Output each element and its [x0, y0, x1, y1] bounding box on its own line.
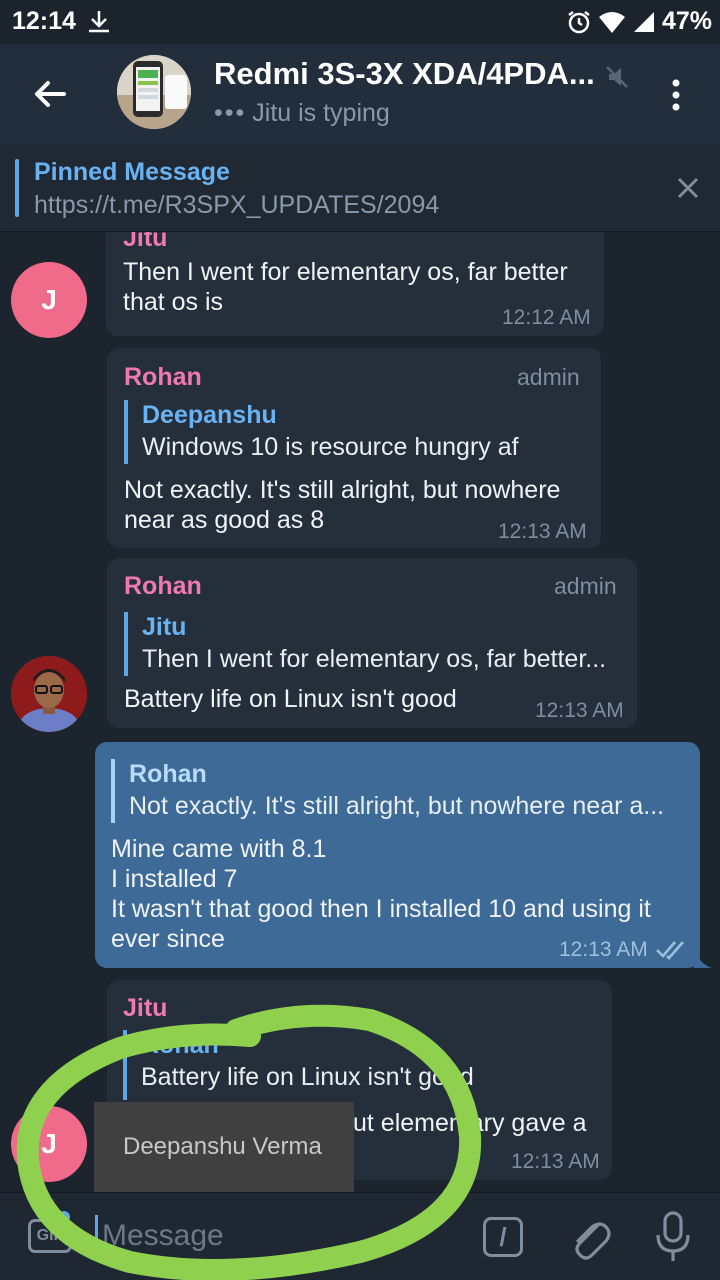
gif-badge-dot: [58, 1211, 70, 1223]
message-sender: Rohan: [124, 572, 202, 600]
download-icon: [89, 11, 109, 33]
bubble-tail: [694, 950, 712, 968]
telegram-chat-screen: 12:14 47% Redmi 3S-3X XDA/4PDA... ••• Ji…: [0, 0, 720, 1280]
pinned-accent-bar: [15, 159, 19, 217]
reply-text: Battery life on Linux isn't good: [141, 1063, 474, 1091]
bot-command-button[interactable]: /: [483, 1217, 523, 1257]
message-text-line: Battery life on Linux isn't good: [124, 685, 457, 713]
alarm-icon: [568, 10, 590, 33]
avatar-jitu[interactable]: J: [11, 262, 87, 338]
mention-suggestion[interactable]: Deepanshu Verma: [94, 1102, 354, 1192]
reply-text: Not exactly. It's still alright, but now…: [129, 792, 665, 820]
back-arrow-icon[interactable]: [30, 74, 70, 114]
message-time: 12:13 AM: [559, 938, 648, 961]
message-text-line: It wasn't that good then I installed 10 …: [111, 895, 651, 923]
message-time: 12:12 AM: [502, 306, 591, 329]
message-text-line: near as good as 8: [124, 506, 325, 534]
chat-title[interactable]: Redmi 3S-3X XDA/4PDA...: [214, 56, 595, 92]
microphone-icon[interactable]: [654, 1211, 692, 1263]
close-pinned-icon[interactable]: [676, 176, 700, 200]
reply-name: Rohan: [141, 1031, 219, 1059]
group-avatar-image: [117, 55, 191, 129]
avatar-rohan-image: [11, 656, 87, 732]
chat-header: Redmi 3S-3X XDA/4PDA... ••• Jitu is typin…: [0, 44, 720, 144]
mention-suggestion-name: Deepanshu Verma: [123, 1133, 322, 1160]
reply-name: Deepanshu: [142, 401, 277, 429]
pinned-title: Pinned Message: [34, 158, 230, 186]
message-bubble-jitu-1[interactable]: Jitu Then I went for elementary os, far …: [106, 232, 604, 336]
message-text-line: ever since: [111, 925, 225, 953]
message-input-bar: GIF /: [0, 1192, 720, 1280]
message-sender: Jitu: [123, 232, 168, 252]
reply-quote[interactable]: Rohan Not exactly. It's still alright, b…: [111, 759, 681, 823]
avatar-jitu[interactable]: J: [11, 1106, 87, 1182]
admin-badge: admin: [517, 364, 580, 390]
status-right: 47%: [566, 7, 712, 36]
admin-badge: admin: [554, 573, 617, 599]
muted-icon: [606, 66, 628, 88]
message-time: 12:13 AM: [511, 1150, 600, 1173]
message-bubble-rohan-2[interactable]: Rohan admin Jitu Then I went for element…: [107, 558, 637, 728]
more-vert-icon[interactable]: [664, 78, 688, 112]
message-input[interactable]: [102, 1211, 462, 1261]
reply-quote[interactable]: Rohan Battery life on Linux isn't good: [123, 1030, 593, 1100]
attach-icon[interactable]: [568, 1213, 612, 1261]
message-text-line: Not exactly. It's still alright, but now…: [124, 476, 561, 504]
message-sender: Jitu: [123, 994, 168, 1022]
message-bubble-own[interactable]: Rohan Not exactly. It's still alright, b…: [95, 742, 700, 968]
typing-text: Jitu is typing: [252, 99, 390, 127]
reply-name: Jitu: [142, 613, 187, 641]
reply-quote[interactable]: Deepanshu Windows 10 is resource hungry …: [124, 400, 584, 464]
message-time: 12:13 AM: [498, 520, 587, 543]
message-sender: Rohan: [124, 363, 202, 391]
reply-text: Then I went for elementary os, far bette…: [142, 645, 607, 673]
message-text-line: Then I went for elementary os, far bette…: [123, 258, 568, 286]
message-text-line: I installed 7: [111, 865, 238, 893]
pinned-message-bar[interactable]: Pinned Message https://t.me/R3SPX_UPDATE…: [0, 144, 720, 232]
wifi-icon: [598, 11, 625, 33]
avatar-rohan[interactable]: [11, 656, 87, 732]
message-text-line: Mine came with 8.1: [111, 835, 327, 863]
reply-name: Rohan: [129, 760, 207, 788]
gif-button[interactable]: GIF: [28, 1219, 72, 1253]
message-time: 12:13 AM: [535, 699, 624, 722]
message-text-line: that os is: [123, 288, 224, 316]
message-text-line: ut elementary gave a: [353, 1109, 587, 1137]
clock: 12:14: [12, 7, 76, 35]
message-bubble-rohan-1[interactable]: Rohan admin Deepanshu Windows 10 is reso…: [107, 348, 601, 548]
message-list[interactable]: Jitu Then I went for elementary os, far …: [0, 232, 720, 1192]
pinned-link[interactable]: https://t.me/R3SPX_UPDATES/2094: [34, 191, 439, 220]
text-caret: [95, 1215, 98, 1257]
signal-icon: [633, 11, 654, 32]
reply-text: Windows 10 is resource hungry af: [142, 433, 519, 461]
status-bar: 12:14 47%: [0, 0, 720, 44]
group-avatar[interactable]: [117, 55, 191, 129]
reply-quote[interactable]: Jitu Then I went for elementary os, far …: [124, 612, 624, 676]
double-check-icon: [656, 941, 684, 960]
battery-percent: 47%: [661, 7, 712, 35]
typing-dots-icon: •••: [214, 99, 247, 127]
typing-status: ••• Jitu is typing: [214, 99, 390, 128]
